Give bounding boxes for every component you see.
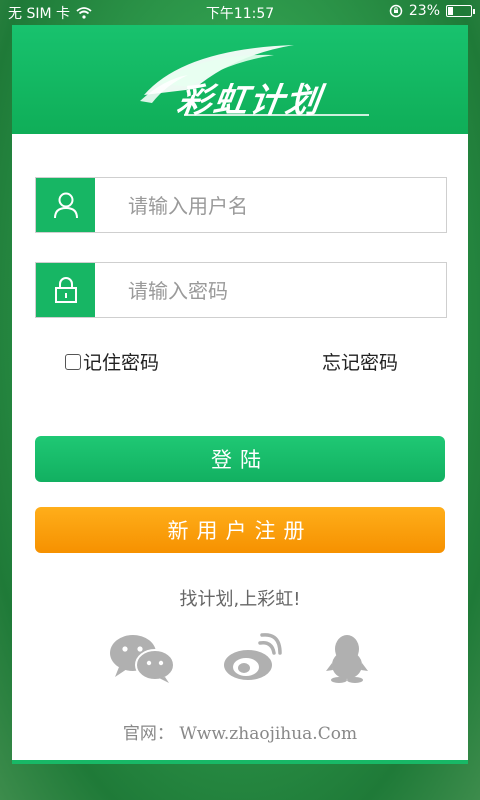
password-field[interactable] xyxy=(35,262,447,318)
rainbow-plan-logo: 彩虹计划 xyxy=(124,39,374,121)
header: 彩虹计划 xyxy=(12,25,468,134)
website-label: 官网： Www.zhaojihua.Com xyxy=(122,724,358,744)
status-right: 23% xyxy=(389,3,475,19)
forgot-password-link[interactable]: 忘记密码 xyxy=(322,348,398,375)
battery-percent: 23% xyxy=(408,3,440,19)
weibo-icon[interactable] xyxy=(222,633,282,683)
login-panel: 彩虹计划 记住密码 忘记密码 登陆 新用户注册 找计划,上彩虹! xyxy=(12,25,468,760)
logo-text: 彩虹计划 xyxy=(174,81,325,121)
login-button[interactable]: 登陆 xyxy=(35,436,445,482)
battery-level xyxy=(448,7,453,15)
remember-label: 记住密码 xyxy=(83,352,160,374)
remember-checkbox[interactable] xyxy=(65,353,81,370)
rotation-lock-icon xyxy=(389,4,403,18)
panel-bottom-bar xyxy=(12,760,468,764)
register-button[interactable]: 新用户注册 xyxy=(35,507,445,553)
qq-icon[interactable] xyxy=(325,633,369,683)
remember-password[interactable]: 记住密码 xyxy=(65,348,159,375)
password-input[interactable] xyxy=(128,277,428,305)
user-icon xyxy=(36,178,95,232)
username-field[interactable] xyxy=(35,177,447,233)
username-input[interactable] xyxy=(128,192,428,220)
lock-icon xyxy=(36,263,95,317)
slogan: 找计划,上彩虹! xyxy=(179,589,301,610)
status-bar: 无 SIM 卡 下午11:57 23% xyxy=(0,0,480,24)
wechat-icon[interactable] xyxy=(109,633,175,683)
battery-icon xyxy=(446,5,475,17)
